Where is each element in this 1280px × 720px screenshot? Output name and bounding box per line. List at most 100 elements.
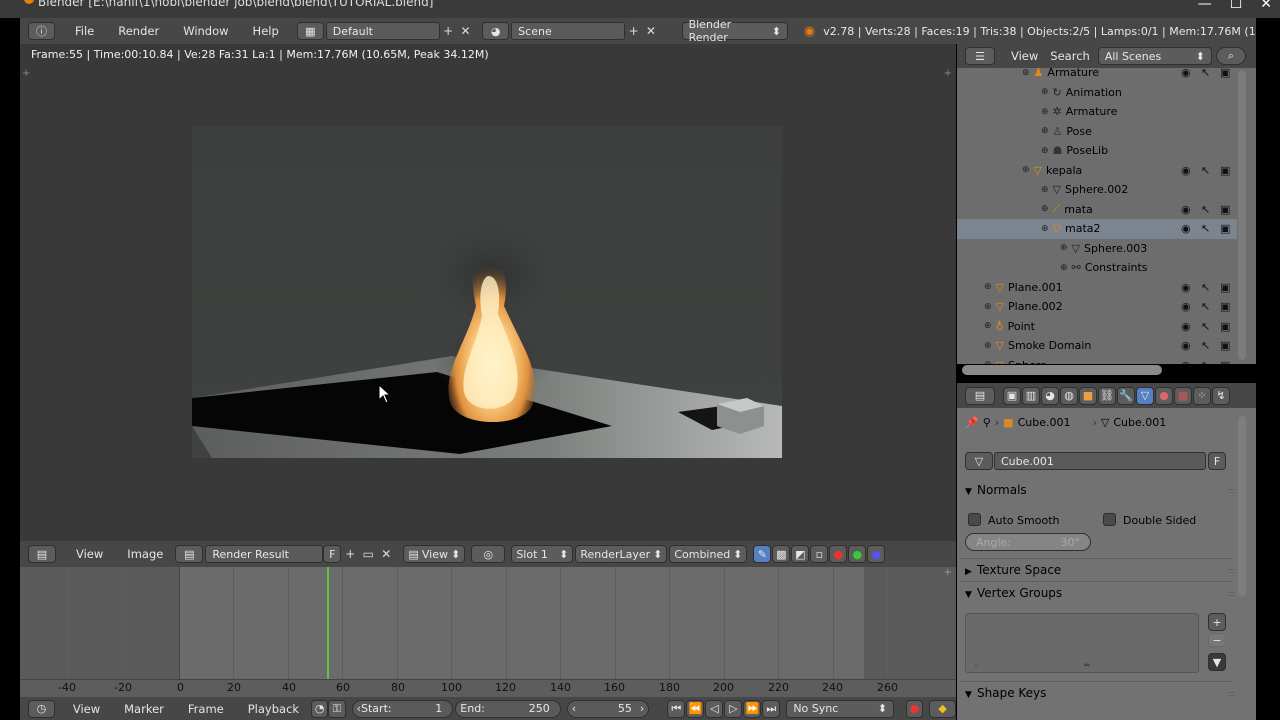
expand-toggle-icon[interactable]: ⊕: [1022, 165, 1030, 175]
angle-field[interactable]: Angle: 30°: [965, 533, 1091, 551]
viewport-3d[interactable]: Frame:55 | Time:00:10.84 | Ve:28 Fa:31 L…: [20, 44, 956, 541]
selectable-arrow-icon[interactable]: ↖: [1201, 68, 1210, 79]
open-image-button[interactable]: ▭: [359, 545, 377, 563]
menu-image[interactable]: Image: [115, 547, 175, 561]
menu-marker[interactable]: Marker: [112, 702, 176, 716]
selectable-arrow-icon[interactable]: ↖: [1201, 359, 1210, 365]
outliner-item-name[interactable]: Armature: [1047, 68, 1099, 79]
blue-channel-button[interactable]: ●: [867, 545, 886, 563]
visibility-eye-icon[interactable]: ◉: [1181, 300, 1191, 313]
timeline-frame-ruler[interactable]: -40 -20 0 20 40 60 80 100 120 140 160 18…: [20, 679, 956, 697]
outliner-item-name[interactable]: Sphere.002: [1065, 183, 1128, 196]
visibility-eye-icon[interactable]: ◉: [1181, 359, 1191, 365]
tab-particles[interactable]: ⁘: [1193, 386, 1211, 405]
panel-drag-grip[interactable]: ::::: [1227, 486, 1235, 495]
render-camera-icon[interactable]: ▣: [1220, 300, 1230, 313]
fake-user-button[interactable]: F: [1208, 452, 1226, 470]
search-button[interactable]: ⌕: [1215, 47, 1246, 65]
image-browse-button[interactable]: ▤: [175, 545, 204, 563]
expand-toggle-icon[interactable]: ⊕: [984, 282, 992, 292]
remove-scene-button[interactable]: ✕: [642, 22, 659, 40]
datablock-name-field[interactable]: Cube.001: [994, 452, 1206, 470]
render-camera-icon[interactable]: ▣: [1220, 281, 1230, 294]
selectable-arrow-icon[interactable]: ↖: [1201, 164, 1210, 177]
outliner-row[interactable]: ⊕ ▽ Sphere ◉ ↖ ▣: [957, 356, 1237, 365]
menu-playback[interactable]: Playback: [236, 702, 311, 716]
display-mode-dropdown[interactable]: All Scenes ⬍: [1097, 47, 1212, 65]
tab-world[interactable]: ◍: [1060, 386, 1078, 405]
remove-vertex-group-button[interactable]: −: [1208, 633, 1226, 647]
outliner-row[interactable]: ⊕ ▽ Smoke Domain ◉ ↖ ▣: [957, 336, 1237, 356]
selectable-arrow-icon[interactable]: ↖: [1201, 203, 1210, 216]
visibility-eye-icon[interactable]: ◉: [1181, 68, 1191, 79]
outliner-row[interactable]: ⊕ ♟ Armature ◉ ↖ ▣: [957, 68, 1237, 83]
pin-icon[interactable]: 📌: [965, 416, 979, 429]
jump-start-button[interactable]: ⏮: [667, 699, 686, 718]
menu-file[interactable]: File: [63, 24, 106, 38]
play-reverse-button[interactable]: ◁: [705, 699, 724, 718]
panel-shape-keys-header[interactable]: ▼ Shape Keys: [965, 686, 1046, 700]
tab-scene[interactable]: ◕: [1041, 386, 1059, 405]
mesh-browse-button[interactable]: ▽: [965, 452, 993, 470]
panel-normals-header[interactable]: ▼ Normals: [965, 483, 1027, 497]
minimize-button[interactable]: —: [1198, 0, 1212, 12]
selectable-arrow-icon[interactable]: ↖: [1201, 300, 1210, 313]
properties-scrollbar[interactable]: [1238, 416, 1246, 596]
menu-window[interactable]: Window: [171, 24, 240, 38]
panel-drag-grip[interactable]: ::::: [1227, 566, 1235, 575]
start-frame-field[interactable]: ‹ Start: 1: [351, 699, 454, 718]
expand-toggle-icon[interactable]: ⊕: [984, 360, 992, 364]
color-alpha-button[interactable]: ✎: [753, 545, 772, 563]
expand-toggle-icon[interactable]: ⊕: [984, 341, 992, 351]
tab-constraints[interactable]: ⛓: [1098, 386, 1116, 405]
outliner-item-name[interactable]: Armature: [1066, 105, 1118, 118]
tab-modifiers[interactable]: 🔧: [1117, 386, 1135, 405]
expand-toggle-icon[interactable]: ⊕: [1060, 243, 1068, 253]
expand-toggle-icon[interactable]: ⊕: [1022, 68, 1030, 78]
outliner-row[interactable]: ⊕ ☗ PoseLib: [957, 141, 1237, 161]
visibility-eye-icon[interactable]: ◉: [1181, 281, 1191, 294]
render-camera-icon[interactable]: ▣: [1220, 203, 1230, 216]
next-keyframe-button[interactable]: ⏩: [743, 699, 762, 718]
auto-smooth-checkbox[interactable]: [968, 513, 981, 526]
selectable-arrow-icon[interactable]: ↖: [1201, 320, 1210, 333]
outliner-row[interactable]: ⊕ ⚯ Constraints: [957, 258, 1237, 278]
outliner-item-name[interactable]: Animation: [1066, 86, 1122, 99]
render-camera-icon[interactable]: ▣: [1220, 164, 1230, 177]
breadcrumb-mesh[interactable]: Cube.001: [1113, 416, 1166, 429]
preview-range-button[interactable]: ◔: [311, 699, 329, 718]
render-camera-icon[interactable]: ▣: [1220, 359, 1230, 365]
z-buffer-button[interactable]: ◩: [791, 545, 810, 563]
current-frame-field[interactable]: ‹ 55 ›: [566, 699, 650, 718]
tab-material[interactable]: ●: [1155, 386, 1173, 405]
expand-toggle-icon[interactable]: ⊕: [1060, 263, 1068, 273]
end-frame-field[interactable]: End: 250: [455, 699, 561, 718]
area-split-handle[interactable]: +: [22, 68, 30, 79]
menu-frame[interactable]: Frame: [176, 702, 236, 716]
scene-preview-button[interactable]: ▫: [810, 545, 829, 563]
menu-view[interactable]: View: [1005, 49, 1044, 63]
double-sided-checkbox[interactable]: [1103, 513, 1116, 526]
area-split-handle[interactable]: +: [944, 68, 952, 79]
alpha-checker-button[interactable]: ▩: [772, 545, 791, 563]
outliner-item-name[interactable]: Pose: [1066, 125, 1091, 138]
editor-type-image-button[interactable]: ▤: [28, 545, 56, 563]
render-camera-icon[interactable]: ▣: [1220, 68, 1230, 79]
outliner-item-name[interactable]: Plane.001: [1008, 281, 1063, 294]
expand-toggle-icon[interactable]: ⊕: [1041, 107, 1049, 117]
outliner-row[interactable]: ⊕ ▽ Plane.001 ◉ ↖ ▣: [957, 278, 1237, 298]
outliner-item-name[interactable]: mata: [1064, 203, 1093, 216]
red-channel-button[interactable]: ●: [829, 545, 848, 563]
outliner-item-name[interactable]: Smoke Domain: [1008, 339, 1091, 352]
expand-toggle-icon[interactable]: ⊕: [1041, 224, 1049, 234]
outliner-row[interactable]: ⊕ ▽ Sphere.002: [957, 180, 1237, 200]
visibility-eye-icon[interactable]: ◉: [1181, 320, 1191, 333]
outliner-item-name[interactable]: Sphere.003: [1084, 242, 1147, 255]
outliner-item-name[interactable]: Sphere: [1008, 359, 1047, 364]
expand-toggle-icon[interactable]: ⊕: [1041, 146, 1049, 156]
outliner-row[interactable]: ⊕ ⟋ mata ◉ ↖ ▣: [957, 200, 1237, 220]
expand-toggle-icon[interactable]: ⊕: [1041, 185, 1049, 195]
area-split-handle[interactable]: +: [944, 567, 952, 578]
menu-view[interactable]: View: [64, 547, 115, 561]
remove-screen-button[interactable]: ✕: [457, 22, 474, 40]
